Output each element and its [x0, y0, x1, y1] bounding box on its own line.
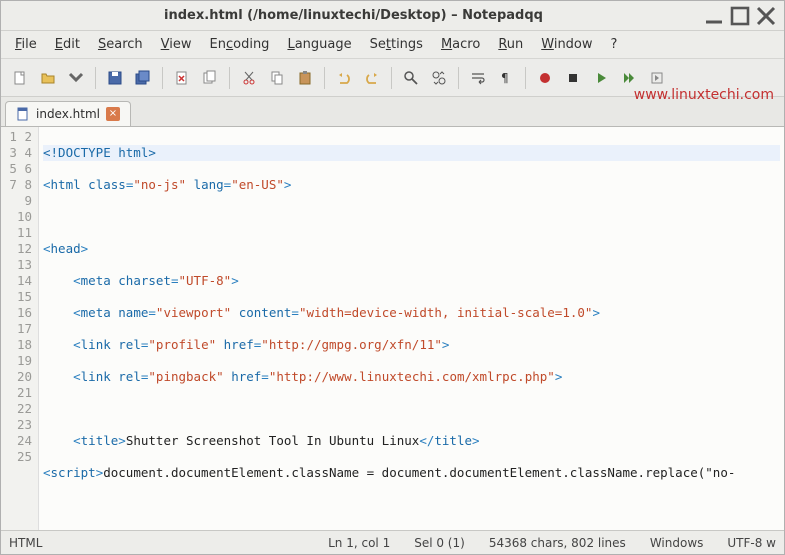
menu-view[interactable]: View: [153, 33, 200, 56]
document-icon: [16, 107, 30, 121]
status-selection: Sel 0 (1): [414, 536, 465, 550]
separator: [229, 67, 230, 89]
editor-area[interactable]: 1 2 3 4 5 6 7 8 9 10 11 12 13 14 15 16 1…: [1, 127, 784, 530]
menu-run[interactable]: Run: [490, 33, 531, 56]
save-all-button[interactable]: [130, 65, 156, 91]
status-language: HTML: [9, 536, 42, 550]
code-area[interactable]: <!DOCTYPE html> <html class="no-js" lang…: [39, 127, 784, 530]
separator: [324, 67, 325, 89]
menu-macro[interactable]: Macro: [433, 33, 488, 56]
menu-window[interactable]: Window: [533, 33, 600, 56]
play-macro-button[interactable]: [588, 65, 614, 91]
status-encoding: UTF-8 w: [727, 536, 776, 550]
menu-settings[interactable]: Settings: [362, 33, 431, 56]
line-gutter: 1 2 3 4 5 6 7 8 9 10 11 12 13 14 15 16 1…: [1, 127, 39, 530]
open-file-button[interactable]: [35, 65, 61, 91]
paste-button[interactable]: [292, 65, 318, 91]
separator: [162, 67, 163, 89]
close-all-button[interactable]: [197, 65, 223, 91]
app-window: index.html (/home/linuxtechi/Desktop) – …: [0, 0, 785, 555]
record-macro-button[interactable]: [532, 65, 558, 91]
titlebar: index.html (/home/linuxtechi/Desktop) – …: [1, 1, 784, 31]
status-position: Ln 1, col 1: [328, 536, 390, 550]
copy-button[interactable]: [264, 65, 290, 91]
redo-button[interactable]: [359, 65, 385, 91]
toolbar: ¶ www.linuxtechi.com: [1, 59, 784, 97]
tab-close-button[interactable]: ×: [106, 107, 120, 121]
find-button[interactable]: [398, 65, 424, 91]
tab-index-html[interactable]: index.html ×: [5, 101, 131, 126]
wordwrap-button[interactable]: [465, 65, 491, 91]
menu-search[interactable]: Search: [90, 33, 151, 56]
status-eol: Windows: [650, 536, 704, 550]
replace-button[interactable]: [426, 65, 452, 91]
statusbar: HTML Ln 1, col 1 Sel 0 (1) 54368 chars, …: [1, 530, 784, 554]
maximize-button[interactable]: [730, 6, 750, 26]
separator: [95, 67, 96, 89]
menu-file[interactable]: File: [7, 33, 45, 56]
show-all-chars-button[interactable]: ¶: [493, 65, 519, 91]
close-file-button[interactable]: [169, 65, 195, 91]
separator: [391, 67, 392, 89]
menu-encoding[interactable]: Encoding: [202, 33, 278, 56]
cut-button[interactable]: [236, 65, 262, 91]
tab-label: index.html: [36, 107, 100, 121]
menu-help[interactable]: ?: [603, 33, 626, 56]
watermark-text: www.linuxtechi.com: [634, 87, 774, 103]
menu-language[interactable]: Language: [279, 33, 359, 56]
status-chars: 54368 chars, 802 lines: [489, 536, 626, 550]
minimize-button[interactable]: [704, 6, 724, 26]
dropdown-icon[interactable]: [63, 65, 89, 91]
menubar: File Edit Search View Encoding Language …: [1, 31, 784, 59]
stop-macro-button[interactable]: [560, 65, 586, 91]
svg-text:¶: ¶: [501, 71, 509, 85]
menu-edit[interactable]: Edit: [47, 33, 88, 56]
separator: [458, 67, 459, 89]
code-text: <!DOCTYPE html>: [43, 145, 156, 160]
undo-button[interactable]: [331, 65, 357, 91]
separator: [525, 67, 526, 89]
save-button[interactable]: [102, 65, 128, 91]
new-file-button[interactable]: [7, 65, 33, 91]
close-button[interactable]: [756, 6, 776, 26]
window-title: index.html (/home/linuxtechi/Desktop) – …: [9, 8, 698, 23]
